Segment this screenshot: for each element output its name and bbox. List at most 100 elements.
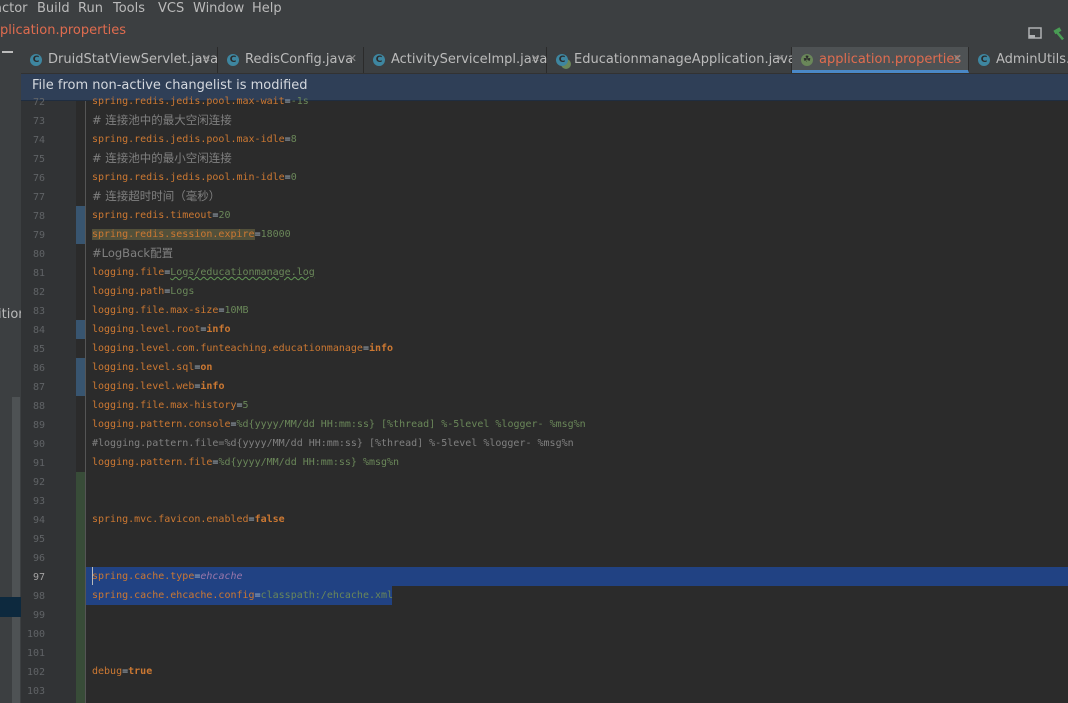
code-line[interactable]: logging.file.max-size=10MB <box>92 301 249 320</box>
vcs-change-marker[interactable] <box>76 320 85 339</box>
line-number: 82 <box>32 287 45 298</box>
close-icon[interactable]: ✕ <box>348 52 357 65</box>
code-line[interactable]: logging.file=Logs/educationmanage.log <box>92 263 315 282</box>
tab-educationmanage-application[interactable]: C EducationmanageApplication.java ✕ <box>547 47 796 73</box>
project-scrollbar[interactable] <box>12 397 20 703</box>
line-number: 103 <box>26 686 45 697</box>
code-line-selected[interactable]: spring.cache.ehcache.config=classpath:/e… <box>92 586 393 605</box>
build-hammer-icon[interactable] <box>1052 25 1066 41</box>
tab-druid-stat-view-servlet[interactable]: C DruidStatViewServlet.java ✕ <box>21 47 218 73</box>
menu-build[interactable]: Build <box>37 0 70 18</box>
close-icon[interactable]: ✕ <box>776 52 785 65</box>
tab-label: ActivityServiceImpl.java <box>391 52 548 67</box>
line-number: 98 <box>32 591 45 602</box>
menu-tools[interactable]: Tools <box>113 0 145 18</box>
class-icon: C <box>30 54 42 66</box>
line-number: 96 <box>32 553 45 564</box>
line-number: 100 <box>26 629 45 640</box>
code-line[interactable]: logging.level.web=info <box>92 377 224 396</box>
line-number: 88 <box>32 401 45 412</box>
menu-window[interactable]: Window <box>193 0 244 18</box>
line-number: 95 <box>32 534 45 545</box>
code-comment[interactable]: # 连接池中的最小空闲连接 <box>92 149 232 168</box>
spring-boot-class-icon: C <box>556 54 568 66</box>
class-icon: C <box>227 54 239 66</box>
close-icon[interactable]: ✕ <box>953 52 962 65</box>
vcs-added-marker[interactable] <box>76 472 85 703</box>
menu-help[interactable]: Help <box>252 0 282 18</box>
menu-refactor[interactable]: actor <box>0 0 28 18</box>
code-line-selected[interactable]: spring.cache.type=ehcache <box>92 567 243 586</box>
text-caret <box>92 567 93 585</box>
navigation-bar: plication.properties <box>0 18 1068 47</box>
menu-vcs[interactable]: VCS <box>158 0 184 18</box>
line-number: 101 <box>26 648 45 659</box>
menu-run[interactable]: Run <box>78 0 103 18</box>
menu-bar: actor Build Run Tools VCS Window Help <box>0 0 1068 18</box>
line-number: 83 <box>32 306 45 317</box>
line-number: 81 <box>32 268 45 279</box>
code-line[interactable]: logging.path=Logs <box>92 282 194 301</box>
code-comment[interactable]: #LogBack配置 <box>92 244 173 263</box>
code-line-commented[interactable]: #logging.pattern.file=%d{yyyy/MM/dd HH:m… <box>92 434 574 453</box>
close-icon[interactable]: ✕ <box>202 52 211 65</box>
code-line[interactable]: logging.file.max-history=5 <box>92 396 249 415</box>
notification-text: File from non-active changelist is modif… <box>32 78 308 93</box>
line-number: 89 <box>32 420 45 431</box>
code-line[interactable]: debug=true <box>92 662 152 681</box>
line-number: 85 <box>32 344 45 355</box>
code-line-highlighted[interactable]: spring.redis.session.expire=18000 <box>92 225 291 244</box>
tab-label: EducationmanageApplication.java <box>574 52 796 67</box>
line-number: 79 <box>32 230 45 241</box>
code-comment[interactable]: # 连接池中的最大空闲连接 <box>92 111 232 130</box>
line-number: 80 <box>32 249 45 260</box>
code-line[interactable]: spring.redis.timeout=20 <box>92 206 231 225</box>
line-number: 92 <box>32 477 45 488</box>
line-number: 90 <box>32 439 45 450</box>
spring-properties-icon: ☘ <box>801 54 813 66</box>
tab-application-properties[interactable]: ☘ application.properties ✕ <box>792 47 969 73</box>
project-panel-edge: ition <box>0 47 21 703</box>
collapse-icon[interactable] <box>2 51 13 53</box>
code-line[interactable]: logging.pattern.console=%d{yyyy/MM/dd HH… <box>92 415 586 434</box>
line-number: 74 <box>32 135 45 146</box>
code-line[interactable]: spring.mvc.favicon.enabled=false <box>92 510 285 529</box>
line-number: 99 <box>32 610 45 621</box>
code-line[interactable]: spring.redis.jedis.pool.max-wait=-1s <box>92 92 309 111</box>
code-line[interactable]: spring.redis.jedis.pool.max-idle=8 <box>92 130 297 149</box>
editor-tabs: C DruidStatViewServlet.java ✕ C RedisCon… <box>21 47 1068 74</box>
code-comment[interactable]: # 连接超时时间（毫秒） <box>92 187 220 206</box>
project-selected-item[interactable] <box>0 597 21 617</box>
project-panel-label: ition <box>0 307 21 322</box>
line-number: 91 <box>32 458 45 469</box>
tab-label: AdminUtils.ja <box>996 52 1068 67</box>
line-number: 72 <box>32 97 45 108</box>
code-line[interactable]: logging.level.sql=on <box>92 358 212 377</box>
class-icon: C <box>373 54 385 66</box>
line-number: 86 <box>32 363 45 374</box>
line-number: 102 <box>26 667 45 678</box>
line-number: 84 <box>32 325 45 336</box>
code-line[interactable]: spring.redis.jedis.pool.min-idle=0 <box>92 168 297 187</box>
line-number: 77 <box>32 192 45 203</box>
line-number: 76 <box>32 173 45 184</box>
vcs-change-marker[interactable] <box>76 206 85 244</box>
vcs-change-marker[interactable] <box>76 358 85 396</box>
line-number: 78 <box>32 211 45 222</box>
tab-redis-config[interactable]: C RedisConfig.java ✕ <box>218 47 364 73</box>
code-line[interactable]: logging.level.root=info <box>92 320 231 339</box>
line-number: 75 <box>32 154 45 165</box>
line-number: 93 <box>32 496 45 507</box>
line-number: 73 <box>32 116 45 127</box>
run-config-icon[interactable] <box>1028 25 1042 39</box>
tab-activity-service-impl[interactable]: C ActivityServiceImpl.java ✕ <box>364 47 547 73</box>
tab-admin-utils[interactable]: C AdminUtils.ja <box>969 47 1068 73</box>
breadcrumb-file[interactable]: plication.properties <box>0 23 126 38</box>
line-number: 87 <box>32 382 45 393</box>
code-line[interactable]: logging.pattern.file=%d{yyyy/MM/dd HH:mm… <box>92 453 399 472</box>
tab-label: RedisConfig.java <box>245 52 354 67</box>
tab-label: application.properties <box>819 52 962 67</box>
close-icon[interactable]: ✕ <box>531 52 540 65</box>
code-line[interactable]: logging.level.com.funteaching.educationm… <box>92 339 393 358</box>
class-icon: C <box>978 54 990 66</box>
